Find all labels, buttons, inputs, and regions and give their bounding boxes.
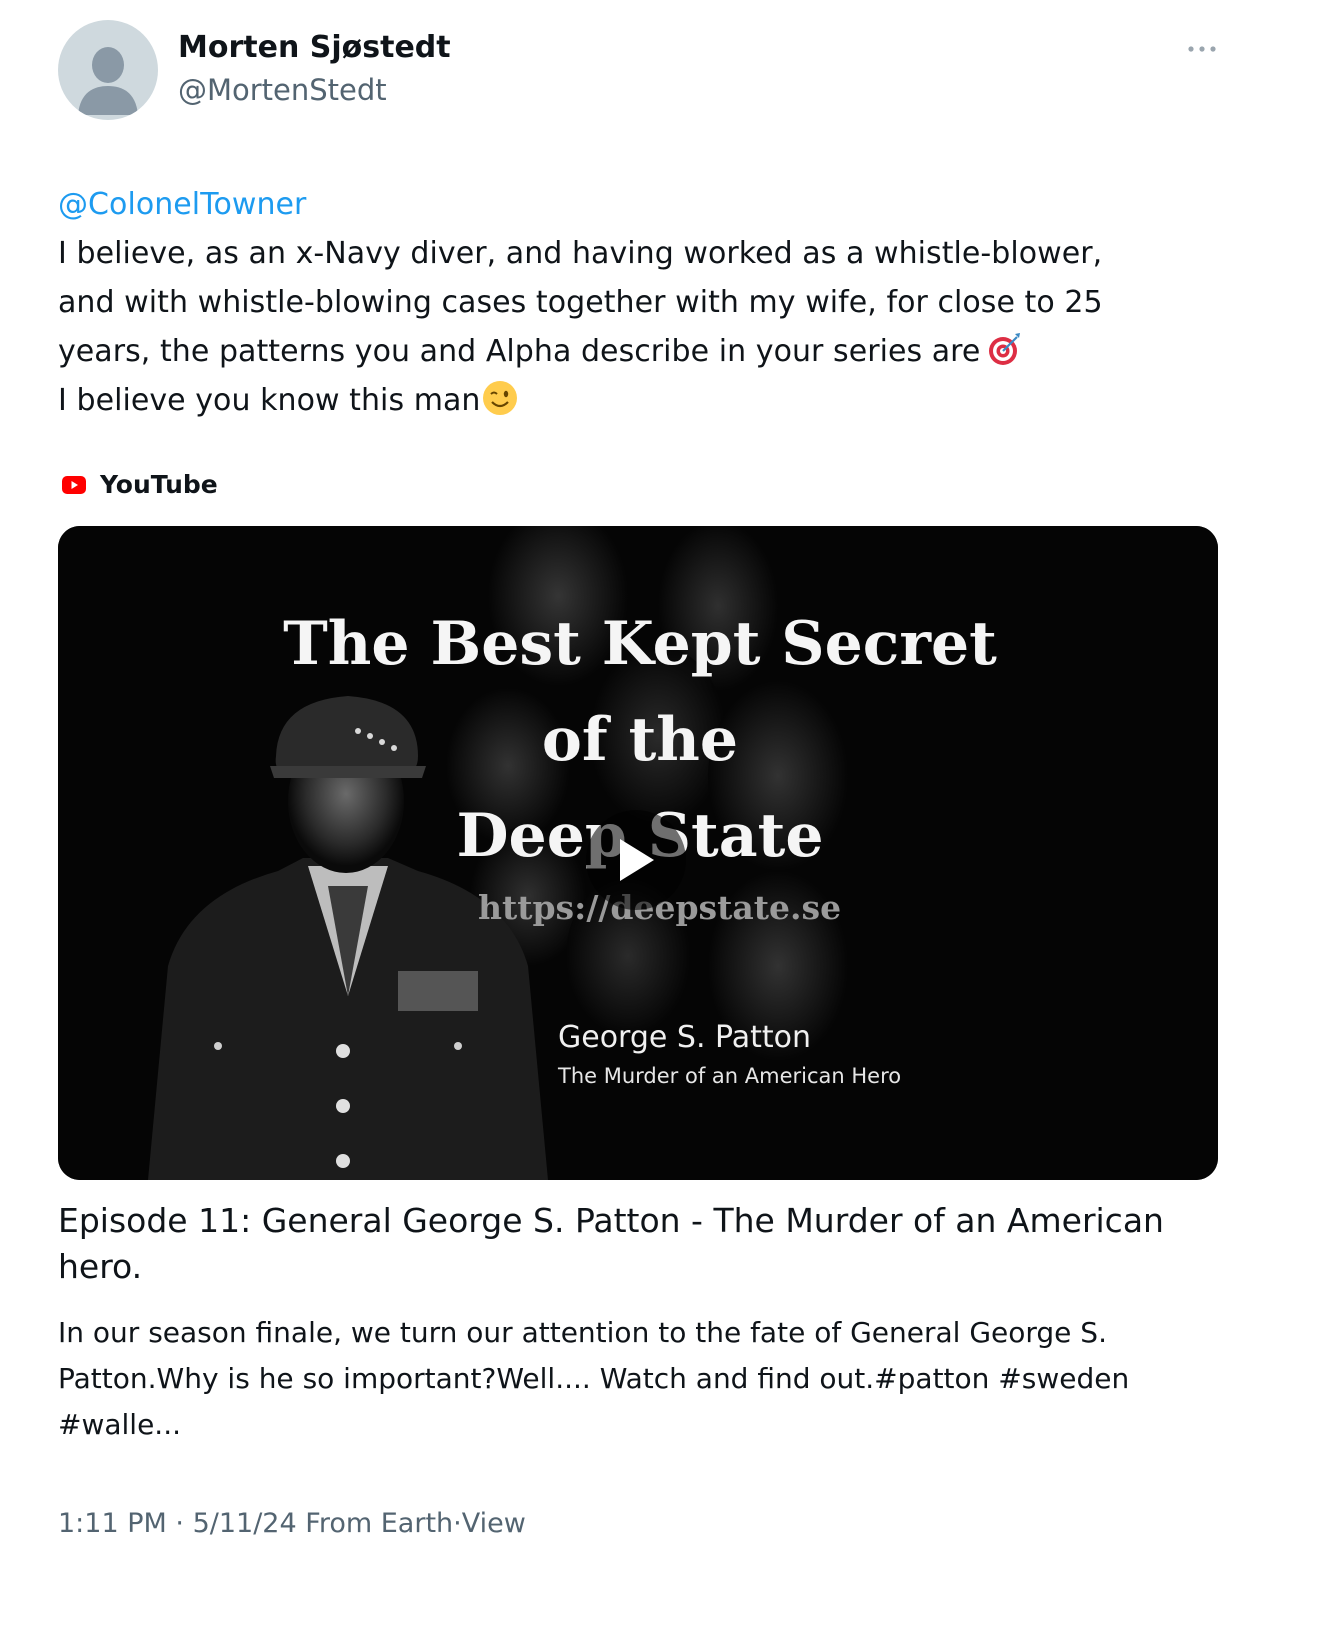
link-card-title[interactable]: Episode 11: General George S. Patton - T… (58, 1198, 1238, 1290)
meta-separator: · (175, 1508, 184, 1539)
more-button[interactable] (1182, 34, 1222, 64)
tweet-date[interactable]: 5/11/24 (193, 1508, 297, 1539)
play-icon (620, 839, 654, 881)
tweet-time[interactable]: 1:11 PM (58, 1508, 167, 1539)
tweet-text: @ColonelTowner I believe, as an x-Navy d… (58, 180, 1278, 425)
thumbnail-title-line-1: The Best Kept Secret (283, 609, 997, 679)
default-avatar-icon (78, 47, 138, 115)
tweet-line-1: I believe, as an x-Navy diver, and havin… (58, 236, 1103, 271)
view-link[interactable]: View (462, 1508, 526, 1539)
link-source-label: YouTube (100, 470, 218, 499)
link-card-desc-line-2: Patton.Why is he so important?Well.... W… (58, 1362, 1130, 1395)
link-card-description: In our season finale, we turn our attent… (58, 1310, 1238, 1448)
direct-hit-emoji (989, 333, 1021, 365)
thumbnail-title-line-2: of the (541, 705, 739, 775)
thumbnail-name: George S. Patton (558, 1020, 812, 1055)
tweet-meta: 1:11 PM · 5/11/24 From Earth·View (58, 1508, 526, 1539)
youtube-icon (62, 475, 86, 494)
link-card-desc-line-1: In our season finale, we turn our attent… (58, 1316, 1107, 1349)
winking-face-emoji (483, 381, 518, 415)
author-handle[interactable]: @MortenStedt (178, 73, 387, 107)
meta-separator: · (453, 1508, 462, 1539)
link-card-title-line-2: hero. (58, 1247, 143, 1286)
link-source[interactable]: YouTube (62, 470, 218, 499)
avatar[interactable] (58, 20, 158, 120)
play-button[interactable] (586, 810, 686, 910)
more-horizontal-icon (1188, 46, 1216, 52)
author-display-name[interactable]: Morten Sjøstedt (178, 30, 451, 65)
tweet-source: From Earth (305, 1508, 454, 1539)
tweet-line-3: years, the patterns you and Alpha descri… (58, 334, 981, 369)
tweet-line-2: and with whistle-blowing cases together … (58, 285, 1103, 320)
thumbnail-subtitle: The Murder of an American Hero (558, 1064, 902, 1088)
link-card-title-line-1: Episode 11: General George S. Patton - T… (58, 1201, 1164, 1240)
mention-link[interactable]: @ColonelTowner (58, 187, 306, 222)
link-card-desc-line-3: #walle... (58, 1408, 182, 1441)
tweet-line-4: I believe you know this man (58, 383, 481, 418)
video-card[interactable]: The Best Kept Secret of the Deep State h… (58, 526, 1218, 1180)
